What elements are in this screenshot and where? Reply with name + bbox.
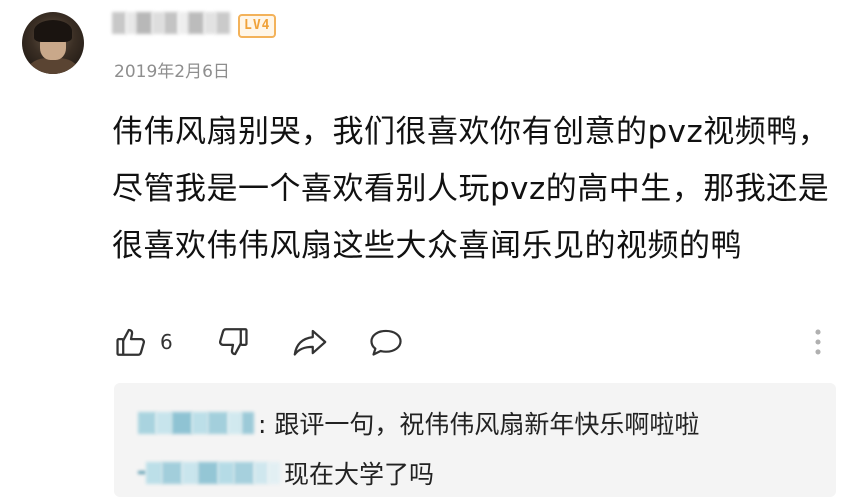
action-bar: 6 xyxy=(114,322,834,362)
like-count: 6 xyxy=(160,330,173,354)
comment-date: 2019年2月6日 xyxy=(114,62,230,82)
thumbs-up-icon xyxy=(116,328,146,356)
comment-card: LV4 2019年2月6日 伟伟风扇别哭，我们很喜欢你有创意的pvz视频鸭，尽管… xyxy=(0,0,855,497)
reply-button[interactable] xyxy=(368,322,404,362)
avatar[interactable] xyxy=(22,12,84,74)
reply-username-redacted[interactable] xyxy=(138,462,280,484)
reply-username-redacted[interactable] xyxy=(138,412,254,434)
like-button[interactable]: 6 xyxy=(114,322,173,362)
comment-bubble-icon xyxy=(370,329,402,356)
username-redacted[interactable] xyxy=(112,12,230,34)
level-badge: LV4 xyxy=(238,14,277,38)
more-vertical-icon xyxy=(815,329,821,355)
share-button[interactable] xyxy=(292,322,328,362)
comment-text: 伟伟风扇别哭，我们很喜欢你有创意的pvz视频鸭，尽管我是一个喜欢看别人玩pvz的… xyxy=(112,114,830,264)
dislike-button[interactable] xyxy=(216,322,250,362)
reply-text: 现在大学了吗 xyxy=(284,460,435,489)
reply-preview-box[interactable]: : 跟评一句，祝伟伟风扇新年快乐啊啦啦 现在大学了吗 xyxy=(114,383,836,497)
reply-item[interactable]: : 跟评一句，祝伟伟风扇新年快乐啊啦啦 xyxy=(138,403,699,443)
reply-text: : 跟评一句，祝伟伟风扇新年快乐啊啦啦 xyxy=(258,410,700,439)
more-options-button[interactable] xyxy=(810,322,826,362)
share-icon xyxy=(293,329,327,356)
reply-item[interactable]: 现在大学了吗 xyxy=(138,453,434,493)
thumbs-down-icon xyxy=(218,328,248,356)
